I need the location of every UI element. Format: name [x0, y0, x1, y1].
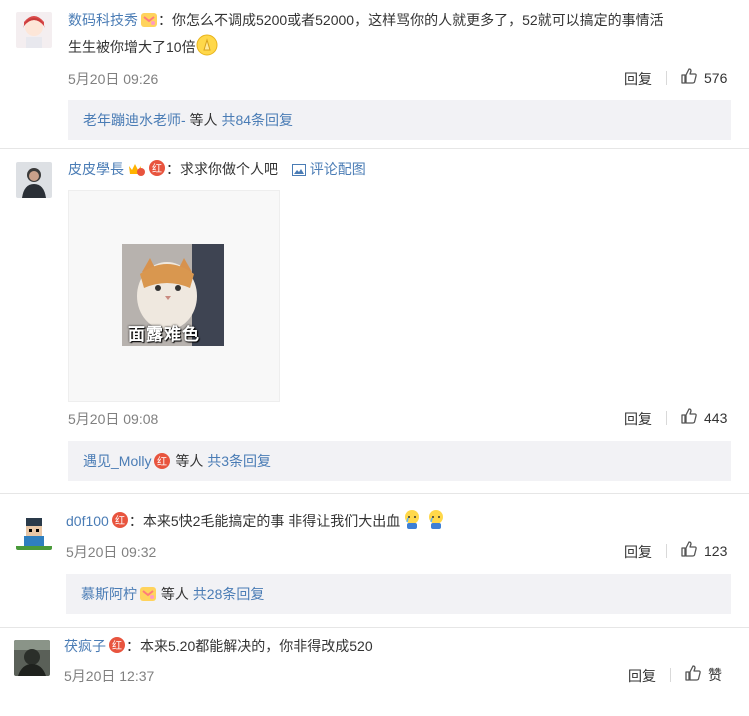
like-count: 123 [704, 542, 728, 559]
reply-button[interactable]: 回复 [628, 666, 656, 686]
sub-reply-author[interactable]: 遇见_Molly [83, 453, 151, 469]
timestamp: 5月20日 09:32 [66, 544, 157, 560]
prayer-emoji-icon [196, 34, 218, 65]
svg-text:红: 红 [152, 162, 162, 175]
avatar[interactable] [16, 514, 52, 550]
reply-button[interactable]: 回复 [624, 69, 652, 89]
reply-button[interactable]: 回复 [624, 409, 652, 429]
comment-body: ：本来5快2毛能搞定的事 非得让我们大出血 [128, 513, 401, 529]
svg-text:红: 红 [157, 455, 167, 468]
comment-body: ：本来5.20都能解决的，你非得改成520 [126, 638, 373, 654]
sub-reply-author[interactable]: 慕斯阿柠 [81, 586, 137, 602]
like-button[interactable]: 443 [680, 407, 727, 428]
like-count: 576 [704, 69, 728, 86]
red-badge-icon: 红 [148, 159, 166, 177]
svg-text:红: 红 [112, 639, 122, 652]
image-icon [291, 158, 306, 185]
image-caption: 面露难色 [128, 325, 200, 344]
member-badge-icon [139, 586, 157, 602]
comment-body-line2: 生生被你增大了10倍 [68, 39, 196, 55]
crying-emoji-icon [402, 508, 422, 539]
like-count: 赞 [708, 666, 722, 683]
like-thumb-icon [684, 664, 702, 685]
comment-text: 皮皮學長 红 ：求求你做个人吧 评论配图 [68, 156, 728, 185]
red-badge-icon: 红 [153, 452, 171, 470]
sub-replies-bar: 遇见_Molly 红 等人 共3条回复 [68, 441, 731, 481]
timestamp: 5月20日 09:08 [68, 411, 159, 427]
username[interactable]: 皮皮學長 [68, 161, 124, 177]
svg-text:红: 红 [115, 514, 125, 527]
like-button[interactable]: 123 [680, 540, 727, 561]
like-thumb-icon [680, 407, 698, 428]
username[interactable]: d0f100 [66, 513, 109, 529]
like-thumb-icon [680, 67, 698, 88]
sub-reply-author[interactable]: 老年蹦迪水老师- [83, 112, 186, 128]
comment-text: d0f100 红：本来5快2毛能搞定的事 非得让我们大出血 [66, 508, 726, 539]
comment-text: 数码科技秀 ：你怎么不调成5200或者52000，这样骂你的人就更多了，52就可以… [68, 7, 728, 65]
sub-replies-bar: 慕斯阿柠 等人 共28条回复 [66, 574, 731, 614]
username[interactable]: 茯疯子 [64, 638, 106, 654]
comment-text: 茯疯子红 ：本来5.20都能解决的，你非得改成520 [64, 633, 724, 660]
comment-body: ：你怎么不调成5200或者52000，这样骂你的人就更多了，52就可以搞定的事情… [158, 12, 664, 28]
comment-3: d0f100 红：本来5快2毛能搞定的事 非得让我们大出血 5月20日 09:32… [0, 494, 749, 624]
sub-replies-bar: 老年蹦迪水老师- 等人 共84条回复 [68, 100, 731, 140]
sub-reply-count[interactable]: 共28条回复 [193, 586, 265, 602]
crying-emoji-icon [426, 508, 446, 539]
divider [670, 668, 671, 682]
avatar[interactable] [14, 640, 50, 676]
timestamp: 5月20日 09:26 [68, 71, 159, 87]
red-badge-icon: 红 [111, 511, 129, 529]
view-image-label: 评论配图 [309, 161, 366, 177]
sub-reply-count[interactable]: 共84条回复 [221, 112, 293, 128]
sub-reply-mid: 等人 [171, 453, 208, 469]
comment-body: ：求求你做个人吧 [166, 161, 278, 177]
cat-meme-image: 面露难色 [122, 244, 224, 346]
avatar[interactable] [16, 12, 52, 48]
username[interactable]: 数码科技秀 [68, 12, 138, 28]
comment-4: 茯疯子红 ：本来5.20都能解决的，你非得改成520 5月20日 12:37 回复… [0, 628, 749, 716]
like-button[interactable]: 576 [680, 67, 727, 88]
red-badge-icon: 红 [108, 636, 126, 654]
like-count: 443 [704, 409, 728, 426]
comment-1: 数码科技秀 ：你怎么不调成5200或者52000，这样骂你的人就更多了，52就可以… [0, 0, 749, 140]
avatar[interactable] [16, 162, 52, 198]
divider [666, 411, 667, 425]
sub-reply-mid: 等人 [157, 586, 193, 602]
member-badge-icon [140, 12, 158, 28]
like-button[interactable]: 赞 [684, 664, 722, 685]
reply-button[interactable]: 回复 [624, 542, 652, 562]
member-badge-icon [126, 161, 146, 177]
comment-image[interactable]: 面露难色 [68, 190, 280, 402]
divider [666, 71, 667, 85]
comment-2: 皮皮學長红：求求你做个人吧 评论配图 面露难色 5月20日 09:08 回复 4… [0, 148, 749, 488]
like-thumb-icon [680, 540, 698, 561]
sub-reply-count[interactable]: 共3条回复 [207, 453, 271, 469]
timestamp: 5月20日 12:37 [64, 668, 155, 684]
view-image-link[interactable]: 评论配图 [291, 161, 366, 177]
sub-reply-mid: 等人 [185, 112, 222, 128]
divider [666, 544, 667, 558]
